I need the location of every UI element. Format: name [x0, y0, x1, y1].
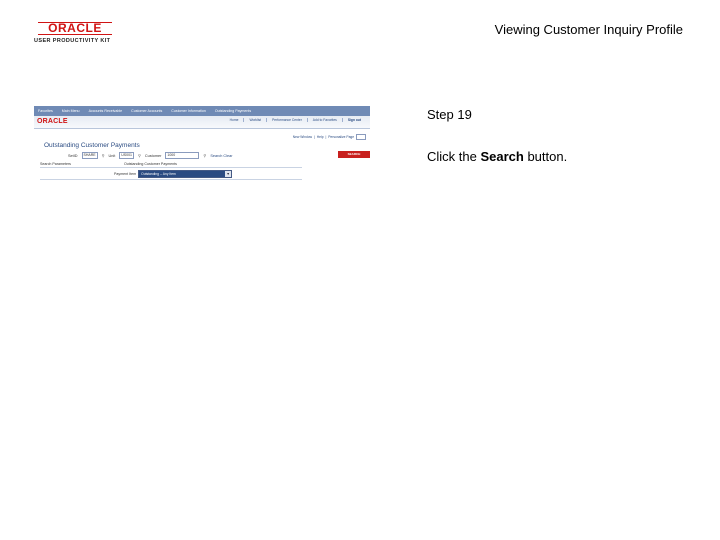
search-button[interactable]: SEARCH — [338, 151, 370, 158]
unit-lookup-icon[interactable]: ⚲ — [138, 153, 141, 158]
payment-item-row: Payment Item Outstanding -- Any Item ▾ — [114, 170, 233, 178]
nav-item-customer-accounts[interactable]: Customer Accounts — [127, 109, 166, 113]
nav-item-main-menu[interactable]: Main Menu — [58, 109, 84, 113]
page-title: Viewing Customer Inquiry Profile — [494, 22, 683, 37]
customer-field[interactable]: 1000 — [165, 152, 200, 159]
step-label: Step 19 — [427, 107, 472, 122]
payment-item-label: Payment Item — [114, 172, 137, 176]
nav-item-outstanding-payments[interactable]: Outstanding Payments — [211, 109, 255, 113]
setid-lookup-icon[interactable]: ⚲ — [102, 153, 105, 158]
sign-out-link[interactable]: Sign out — [343, 118, 366, 122]
app-page-title: Outstanding Customer Payments — [44, 142, 140, 149]
instruction-target: Search — [480, 149, 524, 164]
application-screenshot: Favorites Main Menu Accounts Receivable … — [34, 106, 370, 182]
instruction-prefix: Click the — [427, 149, 481, 164]
app-brand-logo: ORACLE — [37, 118, 68, 125]
nav-item-customer-information[interactable]: Customer Information — [167, 109, 210, 113]
search-parameters-heading: Search Parameters — [40, 162, 71, 166]
chevron-down-icon[interactable]: ▾ — [225, 171, 232, 177]
brand-bar: ORACLE Home Worklist Performance Center Add… — [34, 116, 370, 129]
breadcrumb-nav: Favorites Main Menu Accounts Receivable … — [34, 106, 370, 116]
nav-item-accounts-receivable[interactable]: Accounts Receivable — [85, 109, 127, 113]
unit-label: Unit — [108, 153, 116, 158]
performance-center-link[interactable]: Performance Center — [267, 118, 308, 122]
logo-tagline: USER PRODUCTIVITY KIT — [34, 38, 111, 44]
home-link[interactable]: Home — [224, 118, 245, 122]
help-link[interactable]: Help — [316, 135, 325, 139]
setid-label: SetID — [68, 153, 78, 158]
search-form-row: SetID SHARE ⚲ Unit US001 ⚲ Customer 1000… — [68, 152, 232, 159]
new-window-link[interactable]: New Window — [292, 135, 313, 139]
customer-label: Customer — [144, 153, 162, 158]
instruction-suffix: button. — [523, 149, 568, 164]
search-clear-link[interactable]: Search Clear — [210, 154, 232, 158]
payment-item-select[interactable]: Outstanding -- Any Item ▾ — [138, 170, 233, 178]
worklist-link[interactable]: Worklist — [244, 118, 268, 122]
payment-item-value: Outstanding -- Any Item — [141, 172, 176, 176]
nav-item-favorites[interactable]: Favorites — [34, 109, 57, 113]
print-icon[interactable] — [356, 134, 366, 140]
customer-lookup-icon[interactable]: ⚲ — [203, 153, 206, 158]
section-subheads: Search Parameters Outstanding Customer P… — [40, 162, 302, 168]
utility-links: New Window | Help | Personalize Page — [292, 134, 366, 140]
oracle-upk-logo: ORACLE USER PRODUCTIVITY KIT — [34, 22, 126, 44]
top-links: Home Worklist Performance Center Add to Fav… — [224, 118, 366, 122]
divider — [40, 179, 302, 180]
personalize-page-link[interactable]: Personalize Page — [327, 135, 355, 139]
unit-field[interactable]: US001 — [119, 152, 134, 159]
outstanding-payments-heading: Outstanding Customer Payments — [123, 162, 177, 166]
add-to-favorites-link[interactable]: Add to Favorites — [307, 118, 343, 122]
step-instruction: Click the Search button. — [427, 149, 567, 164]
logo-brand: ORACLE — [38, 22, 112, 35]
setid-field[interactable]: SHARE — [81, 152, 98, 159]
